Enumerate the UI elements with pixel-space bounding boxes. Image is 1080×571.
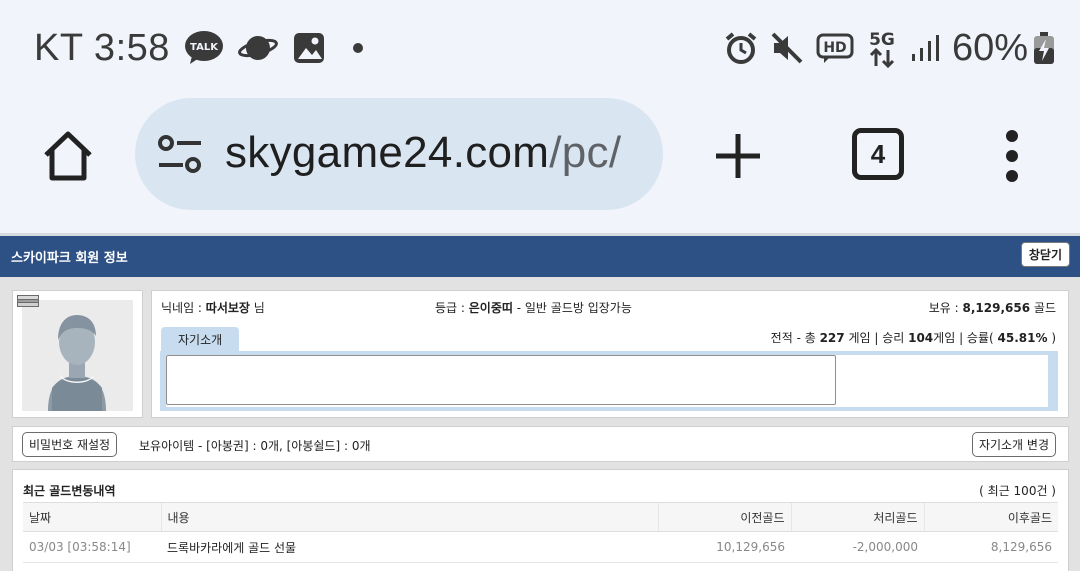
alarm-icon [724, 31, 758, 65]
gold-label: 보유 : [928, 301, 963, 315]
grade-value: 은이중띠 [468, 301, 513, 315]
avatar [22, 300, 133, 411]
battery-percent: 60% [951, 26, 1028, 69]
battery-charging-icon [1032, 31, 1056, 65]
close-window-button[interactable]: 창닫기 [1020, 242, 1070, 267]
col-change-gold: 처리골드 [790, 502, 924, 532]
kakaotalk-icon: TALK [184, 30, 224, 66]
owned-items-text: 보유아이템 - [아봉권] : 0개, [아봉쉴드] : 0개 [139, 439, 371, 453]
home-button[interactable] [40, 128, 96, 184]
gold-history-box: 최근 골드변동내역 ( 최근 100건 ) 날짜 내용 이전골드 처리골드 이후… [12, 469, 1069, 571]
self-intro-panel [160, 351, 1058, 411]
record-total: 227 [819, 331, 845, 345]
nickname-value: 따서보장 [205, 301, 250, 315]
url-host: skygame24.com [225, 128, 550, 177]
col-content: 내용 [160, 502, 658, 532]
grade-description: - 일반 골드방 입장가능 [512, 301, 632, 315]
browser-toolbar: skygame24.com/pc/ 4 [0, 96, 1080, 234]
self-intro-textarea[interactable] [166, 355, 836, 405]
planet-icon [237, 31, 278, 65]
fiveg-label: 5G [869, 30, 895, 50]
gold-unit: 골드 [1030, 301, 1056, 315]
col-after-gold: 이후골드 [923, 502, 1058, 532]
nickname-suffix: 님 [249, 301, 265, 315]
row-prev-gold: 10,129,656 [658, 531, 791, 563]
image-icon [292, 31, 326, 65]
5g-icon: 5G [866, 28, 898, 68]
action-bar: 비밀번호 재설정 보유아이템 - [아봉권] : 0개, [아봉쉴드] : 0개… [12, 426, 1069, 462]
row-date: 03/03 [03:58:14] [23, 531, 161, 563]
gold-amount: 8,129,656 [962, 301, 1031, 315]
site-settings-icon[interactable] [157, 135, 203, 175]
reset-password-button[interactable]: 비밀번호 재설정 [22, 432, 118, 457]
page-header: 스카이파크 회원 정보 창닫기 [0, 236, 1080, 277]
table-header-row: 날짜 내용 이전골드 처리골드 이후골드 [23, 502, 1058, 532]
self-intro-panel-inner [166, 355, 1048, 407]
page-title: 스카이파크 회원 정보 [11, 251, 128, 266]
carrier-time: KT 3:58 [34, 26, 170, 69]
url-path: /pc/ [549, 128, 622, 177]
plus-icon [716, 134, 760, 178]
hd-icon: HD [816, 31, 854, 65]
record-rate-suffix: ) [1047, 331, 1056, 345]
row-after-gold: 8,129,656 [924, 531, 1058, 563]
record-wins: 104 [908, 331, 934, 345]
gold-line: 보유 : 8,129,656 골드 [929, 299, 1056, 316]
hd-label: HD [823, 40, 846, 56]
new-tab-button[interactable] [712, 130, 764, 182]
address-bar[interactable]: skygame24.com/pc/ [135, 98, 663, 210]
more-vert-icon [1006, 130, 1018, 182]
row-content: 드록바카라에게 골드 선물 [161, 531, 658, 563]
tab-self-intro[interactable]: 자기소개 [161, 327, 240, 351]
tab-switcher-button[interactable]: 4 [852, 128, 904, 180]
member-info-page: 스카이파크 회원 정보 창닫기 닉네임 : 따서보장 님 등급 : 은이중띠 -… [0, 236, 1080, 571]
record-mid: 게임 | 승리 [844, 331, 909, 345]
gold-history-title: 최근 골드변동내역 [23, 484, 116, 498]
nickname-label: 닉네임 : [161, 301, 206, 315]
dot-icon [352, 42, 364, 54]
grade-badge-icon [17, 295, 39, 307]
member-info-box: 닉네임 : 따서보장 님 등급 : 은이중띠 - 일반 골드방 입장가능 보유 … [151, 290, 1069, 418]
profile-picture-box [12, 290, 143, 418]
col-prev-gold: 이전골드 [657, 502, 791, 532]
person-silhouette-icon [48, 315, 106, 411]
nickname-line: 닉네임 : 따서보장 님 [161, 299, 265, 316]
grade-label: 등급 : [435, 301, 469, 315]
col-date: 날짜 [23, 502, 161, 532]
url-text[interactable]: skygame24.com/pc/ [225, 128, 621, 178]
game-record: 전적 - 총 227 게임 | 승리 104게임 | 승률( 45.81% ) [771, 329, 1056, 346]
record-rate: 45.81% [997, 331, 1048, 345]
signal-icon [910, 33, 940, 63]
talk-badge-text: TALK [190, 42, 219, 53]
record-prefix: 전적 - 총 [770, 331, 820, 345]
edit-intro-button[interactable]: 자기소개 변경 [971, 432, 1056, 457]
grade-line: 등급 : 은이중띠 - 일반 골드방 입장가능 [435, 299, 632, 316]
table-row: 03/03 [03:58:14] 드록바카라에게 골드 선물 10,129,65… [23, 531, 1058, 563]
gold-history-count: ( 최근 100건 ) [979, 484, 1056, 498]
overflow-menu-button[interactable] [1000, 130, 1024, 182]
status-bar: KT 3:58 TALK HD 5G 60% [0, 0, 1080, 96]
record-rate-prefix: 게임 | 승률( [933, 331, 998, 345]
home-icon [44, 131, 92, 181]
row-change-gold: -2,000,000 [791, 531, 924, 563]
mute-icon [770, 31, 804, 65]
gold-history-table: 날짜 내용 이전골드 처리골드 이후골드 03/03 [03:58:14] 드록… [23, 502, 1058, 563]
